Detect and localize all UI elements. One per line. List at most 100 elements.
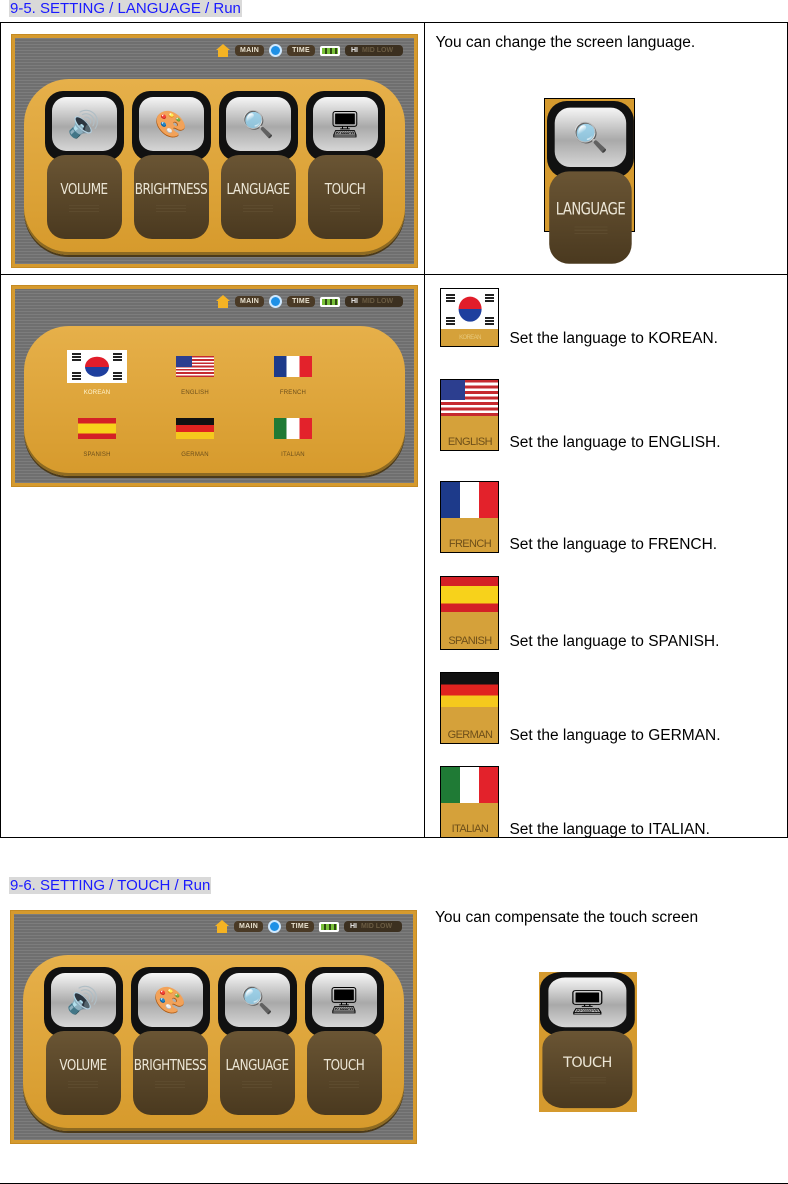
device-menu-screen: MAIN TIME HI MID LOW 🔊 VOLUME 🎨 BRIGHTNESS …: [11, 34, 418, 268]
language-tile[interactable]: 🔍 LANGUAGE: [217, 967, 297, 1119]
menu-panel: 🔊 VOLUME 🎨 BRIGHTNESS 🔍 LANGUAGE 🖥 TOUCH: [24, 79, 405, 255]
description-text: Set the language to FRENCH.: [509, 536, 718, 553]
touch-tile[interactable]: 🖥 TOUCH: [305, 91, 385, 243]
language-option-german[interactable]: GERMAN: [150, 418, 240, 458]
touch-tile[interactable]: 🖥 TOUCH: [304, 967, 384, 1119]
language-tile[interactable]: 🔍 LANGUAGE: [218, 91, 298, 243]
description-text: Set the language to ITALIAN.: [509, 821, 710, 838]
home-icon[interactable]: [214, 920, 229, 933]
device-language-screen: MAIN TIME HI MID LOW KOREAN ENGLISH FREN…: [11, 285, 418, 487]
tile-label: BRIGHTNESS: [134, 180, 208, 198]
main-button[interactable]: MAIN: [233, 921, 264, 932]
language-option-italian[interactable]: ITALIAN: [248, 418, 338, 458]
language-description-italian: ITALIAN Set the language to ITALIAN.: [440, 766, 720, 838]
language-description-list: KOREAN Set the language to KOREAN. ENGLI…: [440, 288, 721, 838]
italian-thumb: ITALIAN: [440, 766, 500, 838]
tile-label: VOLUME: [60, 180, 108, 198]
brightness-level-indicator: HI MID LOW: [344, 921, 402, 932]
germany-flag-icon: [441, 673, 499, 707]
trigram-mark: [446, 292, 456, 302]
trigram-mark: [71, 372, 82, 380]
france-flag-icon: [441, 482, 499, 519]
option-label: GERMAN: [181, 452, 209, 458]
volume-icon: 🔊: [50, 973, 116, 1027]
clock-icon[interactable]: [268, 920, 282, 933]
section-title-touch: 9-6. SETTING / TOUCH / Run: [9, 877, 212, 894]
language-descriptions-cell: KOREAN Set the language to KOREAN. ENGLI…: [424, 274, 788, 838]
section-title-language: 9-5. SETTING / LANGUAGE / Run: [9, 0, 242, 17]
level-dim: MID LOW: [361, 923, 393, 930]
option-label: ENGLISH: [181, 390, 209, 396]
home-icon[interactable]: [215, 295, 230, 308]
language-panel: KOREAN ENGLISH FRENCH SPANISH GERMAN ITA…: [24, 326, 405, 476]
language-icon: 🔍: [225, 97, 291, 151]
brightness-tile[interactable]: 🎨 BRIGHTNESS: [130, 967, 210, 1119]
tile-label: LANGUAGE: [226, 180, 290, 198]
spanish-thumb: SPANISH: [440, 576, 500, 650]
tile-label: LANGUAGE: [556, 199, 626, 219]
korea-flag-icon: [441, 289, 499, 329]
french-thumb: FRENCH: [440, 481, 500, 553]
tile-label: TOUCH: [563, 1054, 612, 1071]
italy-flag-icon: [441, 767, 499, 804]
touch-icon: 🖥: [548, 977, 627, 1028]
brightness-level-indicator: HI MID LOW: [345, 45, 403, 56]
italy-flag-icon: [274, 418, 312, 439]
status-bar: MAIN TIME HI MID LOW: [215, 44, 403, 57]
volume-tile[interactable]: 🔊 VOLUME: [43, 967, 123, 1119]
device-touch-menu-screen: MAIN TIME HI MID LOW 🔊 VOLUME 🎨 BRIGHTNESS …: [10, 910, 417, 1144]
main-button[interactable]: MAIN: [234, 45, 265, 56]
level-dim: MID LOW: [362, 47, 394, 54]
time-button[interactable]: TIME: [287, 45, 315, 56]
language-table: MAIN TIME HI MID LOW 🔊 VOLUME 🎨 BRIGHTNESS …: [0, 22, 788, 838]
brightness-icon: 🎨: [138, 97, 204, 151]
touch-tile-closeup: 🖥 TOUCH: [539, 972, 637, 1112]
tile-label: TOUCH: [324, 180, 366, 198]
level-dim: MID LOW: [362, 298, 394, 305]
trigram-mark: [112, 353, 123, 361]
korea-flag-icon: [67, 350, 127, 383]
language-option-spanish[interactable]: SPANISH: [52, 418, 142, 458]
battery-icon: [320, 296, 340, 307]
time-button[interactable]: TIME: [287, 296, 315, 307]
tile-label: BRIGHTNESS: [133, 1056, 207, 1074]
language-description-korean: KOREAN Set the language to KOREAN.: [440, 288, 720, 347]
language-description-french: FRENCH Set the language to FRENCH.: [440, 481, 720, 553]
touch-icon: 🖥: [312, 97, 378, 151]
thumb-label: KOREAN: [459, 335, 481, 341]
thumb-label: FRENCH: [448, 538, 492, 550]
tile-label: LANGUAGE: [225, 1056, 289, 1074]
volume-tile[interactable]: 🔊 VOLUME: [44, 91, 124, 243]
option-label: SPANISH: [83, 452, 111, 458]
thumb-label: ENGLISH: [447, 436, 493, 448]
description-text: Set the language to ENGLISH.: [509, 434, 721, 451]
language-intro-text: You can change the screen language.: [435, 34, 696, 51]
menu-description-cell: You can change the screen language. 🔍 LA…: [424, 22, 788, 275]
time-button[interactable]: TIME: [286, 921, 314, 932]
touch-icon: 🖥: [311, 973, 377, 1027]
clock-icon[interactable]: [269, 44, 283, 57]
clock-icon[interactable]: [269, 295, 283, 308]
main-button[interactable]: MAIN: [234, 296, 265, 307]
language-description-spanish: SPANISH Set the language to SPANISH.: [440, 576, 720, 650]
home-icon[interactable]: [215, 44, 230, 57]
description-text: Set the language to SPANISH.: [509, 633, 720, 650]
battery-icon: [320, 45, 340, 56]
france-flag-icon: [274, 356, 312, 377]
description-text: Set the language to GERMAN.: [509, 727, 721, 744]
brightness-icon: 🎨: [137, 973, 203, 1027]
level-hi: HI: [351, 298, 358, 305]
language-icon: 🔍: [224, 973, 290, 1027]
brightness-tile[interactable]: 🎨 BRIGHTNESS: [131, 91, 211, 243]
level-hi: HI: [350, 923, 357, 930]
touch-intro-text: You can compensate the touch screen: [435, 909, 699, 926]
spain-flag-icon: [78, 418, 116, 439]
level-hi: HI: [351, 47, 358, 54]
language-screenshot-cell: MAIN TIME HI MID LOW KOREAN ENGLISH FREN…: [0, 274, 426, 838]
language-option-english[interactable]: ENGLISH: [150, 356, 240, 396]
tile-label: TOUCH: [323, 1056, 365, 1074]
language-option-korean[interactable]: KOREAN: [52, 350, 142, 396]
description-text: Set the language to KOREAN.: [509, 330, 718, 347]
language-option-french[interactable]: FRENCH: [248, 356, 338, 396]
language-icon: 🔍: [555, 107, 627, 167]
